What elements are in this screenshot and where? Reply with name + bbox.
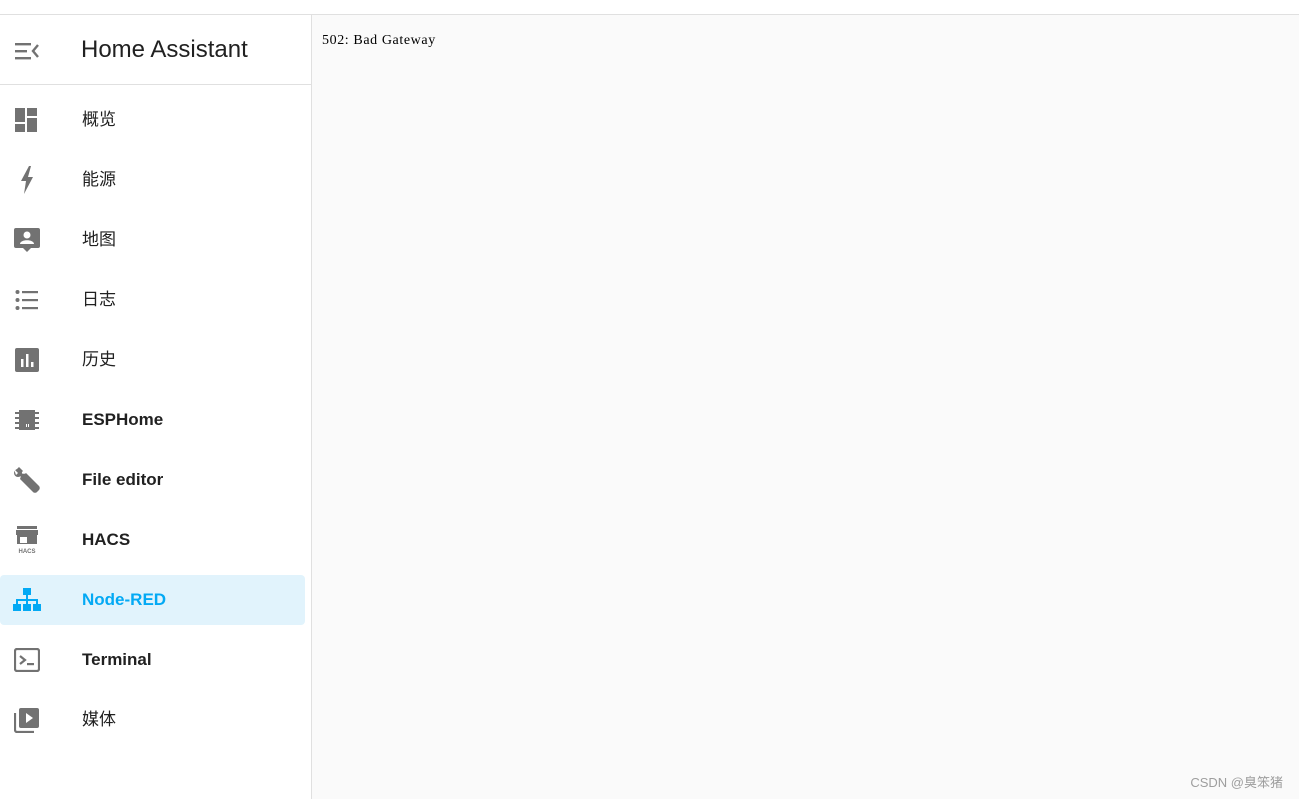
sidebar: Home Assistant 概览 能源 地图 日志 历史 ESPHome Fi… — [0, 15, 312, 799]
top-bar — [0, 0, 1299, 15]
app-title: Home Assistant — [81, 36, 248, 63]
chip-icon — [11, 406, 43, 434]
sidebar-item-label: 日志 — [82, 290, 116, 309]
sidebar-item-hacs[interactable]: HACS HACS — [0, 515, 305, 565]
sidebar-item-media[interactable]: 媒体 — [0, 695, 305, 745]
sidebar-item-label: 地图 — [82, 230, 116, 249]
sidebar-item-label: 历史 — [82, 350, 116, 369]
lightning-bolt-icon — [11, 166, 43, 194]
svg-text:HACS: HACS — [18, 549, 35, 555]
menu-collapse-icon — [14, 40, 40, 62]
sidebar-item-label: ESPHome — [82, 410, 164, 429]
sidebar-item-label: Node-RED — [82, 590, 167, 609]
account-box-icon — [11, 226, 43, 254]
sidebar-item-label: Terminal — [82, 650, 152, 669]
play-box-multiple-icon — [11, 706, 43, 734]
sidebar-item-terminal[interactable]: Terminal — [0, 635, 305, 685]
sidebar-item-logbook[interactable]: 日志 — [0, 275, 305, 325]
sidebar-item-label: 媒体 — [82, 710, 116, 729]
main-content: 502: Bad Gateway CSDN @臭笨猪 — [312, 15, 1299, 799]
sidebar-header: Home Assistant — [0, 15, 311, 85]
sidebar-item-history[interactable]: 历史 — [0, 335, 305, 385]
console-icon — [11, 646, 43, 674]
wrench-icon — [11, 466, 43, 494]
sidebar-item-node-red[interactable]: Node-RED — [0, 575, 305, 625]
sidebar-item-label: File editor — [82, 470, 164, 489]
sidebar-item-overview[interactable]: 概览 — [0, 95, 305, 145]
watermark: CSDN @臭笨猪 — [1190, 775, 1283, 790]
chart-box-icon — [11, 346, 43, 374]
menu-toggle-button[interactable] — [11, 35, 43, 67]
error-message: 502: Bad Gateway — [322, 33, 436, 48]
sidebar-item-esphome[interactable]: ESPHome — [0, 395, 305, 445]
sidebar-item-label: HACS — [82, 530, 131, 549]
view-dashboard-icon — [11, 106, 43, 134]
format-list-bulleted-icon — [11, 286, 43, 314]
sitemap-icon — [11, 586, 43, 614]
sidebar-item-file-editor[interactable]: File editor — [0, 455, 305, 505]
hacs-store-icon: HACS — [11, 526, 43, 555]
sidebar-item-label: 能源 — [82, 170, 116, 189]
sidebar-item-label: 概览 — [82, 110, 116, 129]
sidebar-item-map[interactable]: 地图 — [0, 215, 305, 265]
sidebar-item-energy[interactable]: 能源 — [0, 155, 305, 205]
